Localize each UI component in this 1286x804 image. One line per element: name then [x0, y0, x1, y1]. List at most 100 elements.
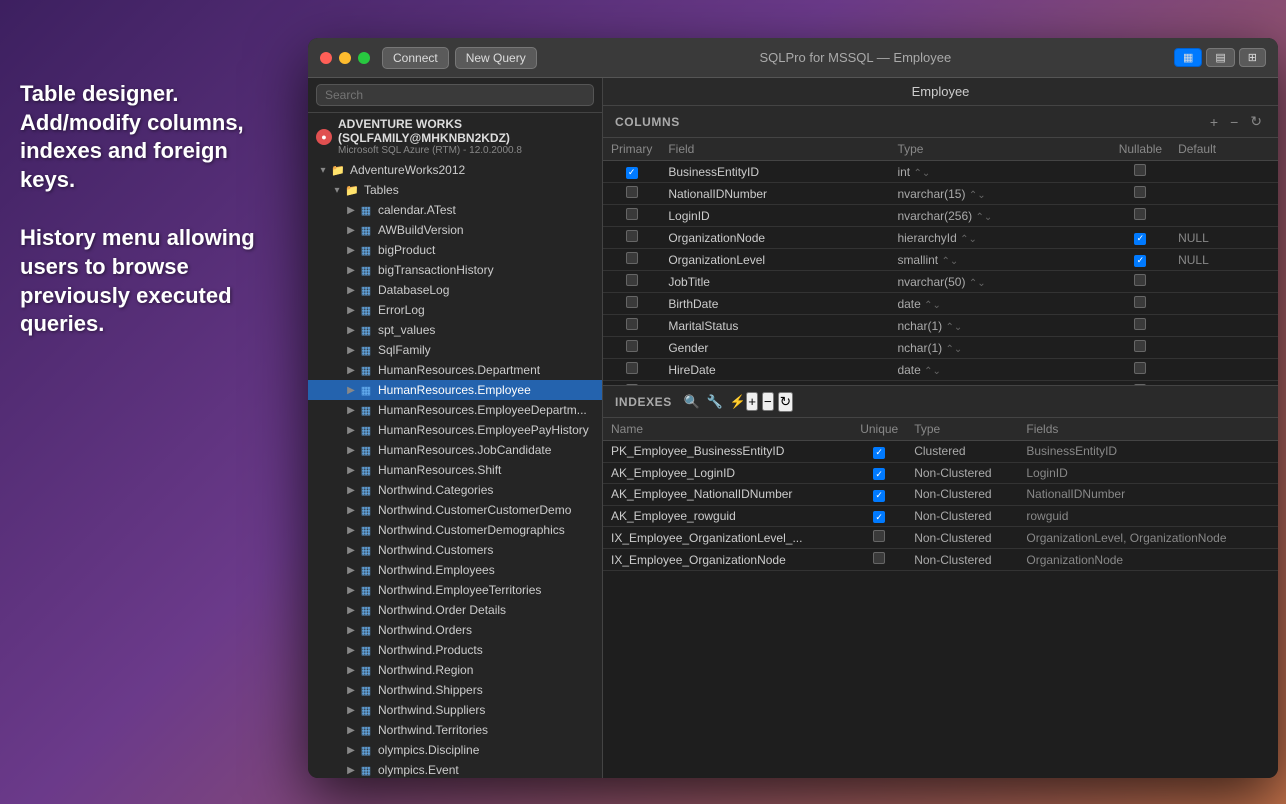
list-item[interactable]: ▶ ▦ HumanResources.EmployeePayHistory [308, 420, 602, 440]
close-button[interactable] [320, 52, 332, 64]
list-item[interactable]: ▶ ▦ AWBuildVersion [308, 220, 602, 240]
table-row[interactable]: IX_Employee_OrganizationNode Non-Cluster… [603, 549, 1278, 571]
table-row[interactable]: AK_Employee_LoginID Non-Clustered LoginI… [603, 462, 1278, 484]
minimize-button[interactable] [339, 52, 351, 64]
list-item[interactable]: ▶ ▦ Northwind.CustomerCustomerDemo [308, 500, 602, 520]
view-btn-2[interactable]: ▤ [1206, 48, 1234, 67]
table-row[interactable]: HireDate date ⌃⌄ [603, 359, 1278, 381]
primary-checkbox[interactable] [626, 274, 638, 286]
list-item[interactable]: ▶ ▦ Northwind.Orders [308, 620, 602, 640]
search-icon[interactable]: 🔍 [684, 394, 701, 410]
list-item[interactable]: ▶ ▦ HumanResources.Shift [308, 460, 602, 480]
unique-checkbox[interactable] [873, 552, 885, 564]
nullable-checkbox[interactable] [1134, 208, 1146, 220]
nullable-checkbox[interactable] [1134, 274, 1146, 286]
nullable-checkbox[interactable] [1134, 296, 1146, 308]
view-btn-1[interactable]: ▦ [1174, 48, 1202, 67]
primary-checkbox[interactable] [626, 252, 638, 264]
primary-checkbox[interactable] [626, 362, 638, 374]
remove-column-button[interactable]: − [1226, 113, 1242, 130]
list-item[interactable]: ▶ ▦ Northwind.EmployeeTerritories [308, 580, 602, 600]
primary-cell [603, 161, 660, 183]
remove-index-button[interactable]: − [762, 392, 774, 411]
unique-checkbox[interactable] [873, 490, 885, 502]
nullable-checkbox[interactable] [1134, 233, 1146, 245]
add-column-button[interactable]: + [1206, 113, 1222, 130]
table-row[interactable]: MaritalStatus nchar(1) ⌃⌄ [603, 315, 1278, 337]
add-index-button[interactable]: + [746, 392, 758, 411]
table-row[interactable]: BirthDate date ⌃⌄ [603, 293, 1278, 315]
list-item[interactable]: ▶ ▦ Northwind.Order Details [308, 600, 602, 620]
nullable-checkbox[interactable] [1134, 164, 1146, 176]
list-item[interactable]: ▶ ▦ HumanResources.Department [308, 360, 602, 380]
search-input[interactable] [316, 84, 594, 106]
nullable-checkbox[interactable] [1134, 186, 1146, 198]
refresh-indexes-button[interactable]: ↻ [778, 392, 793, 412]
list-item[interactable]: ▶ ▦ calendar.ATest [308, 200, 602, 220]
table-row[interactable]: PK_Employee_BusinessEntityID Clustered B… [603, 441, 1278, 463]
list-item[interactable]: ▶ ▦ SqlFamily [308, 340, 602, 360]
table-row[interactable]: OrganizationNode hierarchyId ⌃⌄ NULL [603, 227, 1278, 249]
view-btn-3[interactable]: ⊞ [1239, 48, 1266, 67]
list-item[interactable]: ▶ ▦ Northwind.Territories [308, 720, 602, 740]
list-item[interactable]: ▶ ▦ Northwind.Customers [308, 540, 602, 560]
nullable-checkbox[interactable] [1134, 362, 1146, 374]
connect-button[interactable]: Connect [382, 47, 449, 69]
list-item[interactable]: ▶ ▦ Northwind.Employees [308, 560, 602, 580]
tree-item-label: olympics.Event [378, 763, 459, 777]
primary-checkbox[interactable] [626, 186, 638, 198]
primary-checkbox[interactable] [626, 167, 638, 179]
primary-checkbox[interactable] [626, 318, 638, 330]
refresh-columns-button[interactable]: ↻ [1246, 113, 1266, 130]
list-item[interactable]: ▶ ▦ bigTransactionHistory [308, 260, 602, 280]
nullable-checkbox[interactable] [1134, 384, 1146, 385]
list-item[interactable]: ▶ ▦ DatabaseLog [308, 280, 602, 300]
nullable-checkbox[interactable] [1134, 318, 1146, 330]
table-row[interactable]: JobTitle nvarchar(50) ⌃⌄ [603, 271, 1278, 293]
server-item[interactable]: ● ADVENTURE WORKS (SQLFAMILY@MHKNBN2KDZ)… [308, 113, 602, 160]
list-item[interactable]: ▶ ▦ ErrorLog [308, 300, 602, 320]
list-item[interactable]: ▶ ▦ Northwind.CustomerDemographics [308, 520, 602, 540]
list-item[interactable]: ▶ ▦ Northwind.Shippers [308, 680, 602, 700]
table-row[interactable]: AK_Employee_NationalIDNumber Non-Cluster… [603, 484, 1278, 506]
nullable-checkbox[interactable] [1134, 340, 1146, 352]
list-item[interactable]: ▶ ▦ HumanResources.Employee [308, 380, 602, 400]
unique-checkbox[interactable] [873, 468, 885, 480]
unique-checkbox[interactable] [873, 530, 885, 542]
list-item[interactable]: ▶ ▦ bigProduct [308, 240, 602, 260]
tables-folder[interactable]: ▾ 📁 Tables [308, 180, 602, 200]
lightning-icon[interactable]: ⚡ [729, 394, 746, 410]
primary-checkbox[interactable] [626, 230, 638, 242]
sidebar-item-olympics-discipline[interactable]: ▶ ▦ olympics.Discipline [308, 740, 602, 760]
database-item[interactable]: ▾ 📁 AdventureWorks2012 [308, 160, 602, 180]
list-item[interactable]: ▶ ▦ Northwind.Suppliers [308, 700, 602, 720]
table-row[interactable]: OrganizationLevel smallint ⌃⌄ NULL [603, 249, 1278, 271]
unique-checkbox[interactable] [873, 511, 885, 523]
primary-checkbox[interactable] [626, 384, 638, 385]
stepper-icon: ⌃⌄ [913, 168, 930, 179]
wrench-icon[interactable]: 🔧 [707, 394, 724, 410]
table-row[interactable]: BusinessEntityID int ⌃⌄ [603, 161, 1278, 183]
table-row[interactable]: SalariedFlag flag(1) ⌃⌄ 1 [603, 381, 1278, 386]
table-row[interactable]: IX_Employee_OrganizationLevel_... Non-Cl… [603, 527, 1278, 549]
new-query-button[interactable]: New Query [455, 47, 537, 69]
table-row[interactable]: Gender nchar(1) ⌃⌄ [603, 337, 1278, 359]
database-label: AdventureWorks2012 [350, 163, 465, 177]
sidebar-item-olympics-event[interactable]: ▶ ▦ olympics.Event [308, 760, 602, 778]
table-row[interactable]: NationalIDNumber nvarchar(15) ⌃⌄ [603, 183, 1278, 205]
list-item[interactable]: ▶ ▦ Northwind.Region [308, 660, 602, 680]
maximize-button[interactable] [358, 52, 370, 64]
table-row[interactable]: LoginID nvarchar(256) ⌃⌄ [603, 205, 1278, 227]
table-row[interactable]: AK_Employee_rowguid Non-Clustered rowgui… [603, 505, 1278, 527]
list-item[interactable]: ▶ ▦ Northwind.Products [308, 640, 602, 660]
primary-checkbox[interactable] [626, 296, 638, 308]
primary-checkbox[interactable] [626, 340, 638, 352]
list-item[interactable]: ▶ ▦ spt_values [308, 320, 602, 340]
primary-checkbox[interactable] [626, 208, 638, 220]
unique-checkbox[interactable] [873, 447, 885, 459]
nullable-checkbox[interactable] [1134, 255, 1146, 267]
list-item[interactable]: ▶ ▦ HumanResources.JobCandidate [308, 440, 602, 460]
list-item[interactable]: ▶ ▦ HumanResources.EmployeeDepartm... [308, 400, 602, 420]
chevron-right-icon: ▶ [344, 225, 358, 236]
list-item[interactable]: ▶ ▦ Northwind.Categories [308, 480, 602, 500]
